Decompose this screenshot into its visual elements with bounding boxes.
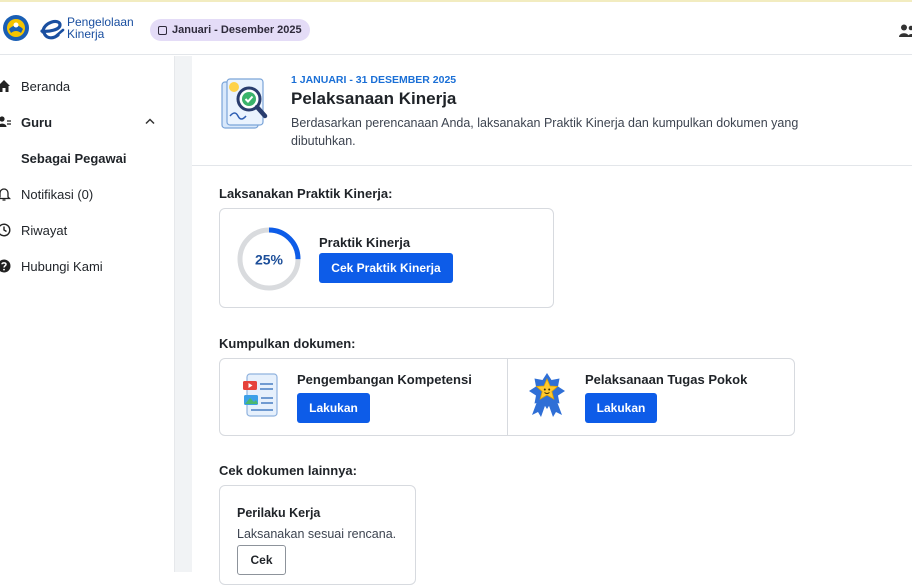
kinerja-logo-icon <box>40 19 65 40</box>
sidebar-item-sebagai-pegawai[interactable]: Sebagai Pegawai <box>0 143 174 173</box>
work-behavior-card: Perilaku Kerja Laksanakan sesuai rencana… <box>219 485 416 585</box>
page-title: Pelaksanaan Kinerja <box>291 89 457 108</box>
documents-section-title: Kumpulkan dokumen: <box>219 336 356 351</box>
lakukan-main-duty-button[interactable]: Lakukan <box>585 393 657 423</box>
help-icon <box>0 259 11 273</box>
sidebar-item-guru[interactable]: Guru <box>0 107 174 137</box>
star-medal-icon <box>529 373 565 417</box>
progress-ring: 25% <box>237 227 301 291</box>
check-work-behavior-button[interactable]: Cek <box>237 545 286 575</box>
other-documents-section-title: Cek dokumen lainnya: <box>219 463 357 478</box>
sidebar-item-label: Beranda <box>21 79 71 94</box>
document-media-icon <box>243 373 278 417</box>
practice-section-title: Laksanakan Praktik Kinerja: <box>219 186 393 201</box>
main-content: 1 JANUARI - 31 DESEMBER 2025 Pelaksanaan… <box>192 56 912 585</box>
period-label: Januari - Desember 2025 <box>172 24 302 36</box>
sidebar-item-label: Riwayat <box>21 223 68 238</box>
sidebar-item-riwayat[interactable]: Riwayat <box>0 215 174 245</box>
top-bar: Pengelolaan Kinerja Januari - Desember 2… <box>0 0 912 55</box>
sidebar: Beranda Guru Sebagai Pegawai Notifikasi … <box>0 56 174 572</box>
calendar-icon <box>158 25 167 35</box>
document-item-title: Pelaksanaan Tugas Pokok <box>585 372 748 387</box>
work-behavior-title: Perilaku Kerja <box>237 506 321 520</box>
check-practice-button[interactable]: Cek Praktik Kinerja <box>319 253 453 283</box>
chevron-up-icon[interactable] <box>145 117 155 125</box>
ministry-emblem-icon <box>3 15 29 41</box>
performance-illustration-icon <box>221 78 268 129</box>
account-icon[interactable] <box>899 24 912 37</box>
practice-card-title: Praktik Kinerja <box>319 235 411 250</box>
sidebar-item-hubungi-kami[interactable]: Hubungi Kami <box>0 251 174 281</box>
period-selector[interactable]: Januari - Desember 2025 <box>150 19 310 41</box>
work-behavior-description: Laksanakan sesuai rencana. <box>237 527 397 541</box>
page-header: 1 JANUARI - 31 DESEMBER 2025 Pelaksanaan… <box>192 56 912 166</box>
sidebar-item-beranda[interactable]: Beranda <box>0 71 174 101</box>
sidebar-item-label: Notifikasi (0) <box>21 187 94 202</box>
documents-card: Pengembangan Kompetensi Lakukan Pelaksan… <box>219 358 795 436</box>
sidebar-scroll-gutter <box>174 56 192 572</box>
logo-line-2: Kinerja <box>67 27 105 41</box>
clock-icon <box>0 223 11 237</box>
bell-icon <box>0 188 11 201</box>
document-item-title: Pengembangan Kompetensi <box>297 372 472 387</box>
app-logo-text[interactable]: Pengelolaan Kinerja <box>67 16 134 40</box>
progress-label: 25% <box>255 252 284 268</box>
page-description: Berdasarkan perencanaan Anda, laksanakan… <box>291 116 799 148</box>
sidebar-item-notifikasi[interactable]: Notifikasi (0) <box>0 179 174 209</box>
sidebar-item-label: Guru <box>21 115 53 130</box>
practice-card: 25% Praktik Kinerja Cek Praktik Kinerja <box>219 208 554 308</box>
sidebar-item-label: Sebagai Pegawai <box>21 151 127 166</box>
home-icon <box>0 80 10 92</box>
card-divider <box>507 359 508 435</box>
lakukan-competency-button[interactable]: Lakukan <box>297 393 370 423</box>
period-date-range: 1 JANUARI - 31 DESEMBER 2025 <box>291 74 457 86</box>
users-icon <box>0 116 11 127</box>
sidebar-item-label: Hubungi Kami <box>21 259 103 274</box>
